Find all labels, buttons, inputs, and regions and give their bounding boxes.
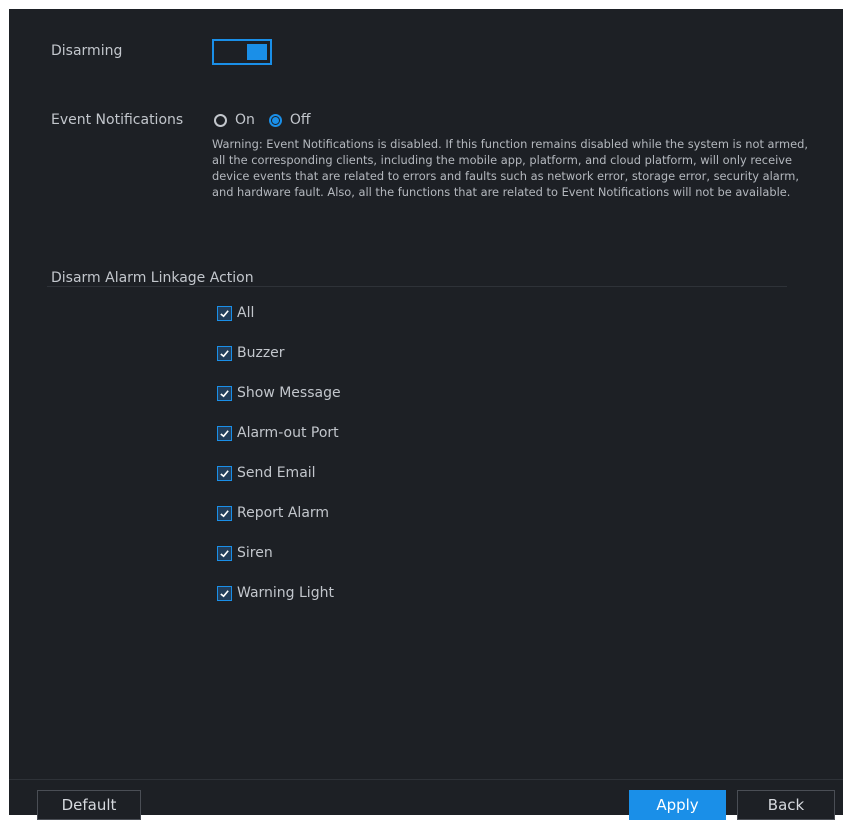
disarming-toggle[interactable] bbox=[212, 39, 272, 65]
checkmark-icon bbox=[220, 349, 229, 357]
toggle-knob bbox=[247, 44, 267, 60]
checkbox-label: All bbox=[237, 305, 255, 321]
radio-off-label: Off bbox=[289, 112, 311, 128]
checkbox-label: Alarm-out Port bbox=[237, 425, 339, 441]
checkbox-label: Siren bbox=[237, 545, 273, 561]
disarming-settings-panel: Disarming Event Notifications On Off War… bbox=[9, 9, 843, 820]
event-notifications-label: Event Notifications bbox=[51, 112, 184, 128]
checkbox-row-alarm-out-port[interactable]: Alarm-out Port bbox=[217, 425, 339, 441]
checkmark-icon bbox=[220, 309, 229, 317]
checkbox-label: Warning Light bbox=[237, 585, 334, 601]
footer-bar: Default Apply Back bbox=[9, 779, 843, 820]
checkbox-row-warning-light[interactable]: Warning Light bbox=[217, 585, 334, 601]
event-notifications-radio-group: On Off bbox=[214, 110, 325, 130]
apply-button[interactable]: Apply bbox=[629, 790, 726, 820]
checkbox-row-send-email[interactable]: Send Email bbox=[217, 465, 316, 481]
radio-selected-dot bbox=[271, 116, 279, 124]
checkbox-label: Send Email bbox=[237, 465, 316, 481]
radio-on[interactable] bbox=[214, 113, 227, 127]
checkbox-buzzer[interactable] bbox=[217, 345, 232, 361]
checkbox-row-show-message[interactable]: Show Message bbox=[217, 385, 341, 401]
checkbox-all[interactable] bbox=[217, 305, 232, 321]
checkbox-report-alarm[interactable] bbox=[217, 505, 232, 521]
checkbox-row-buzzer[interactable]: Buzzer bbox=[217, 345, 285, 361]
checkbox-row-siren[interactable]: Siren bbox=[217, 545, 273, 561]
checkbox-alarm-out-port[interactable] bbox=[217, 425, 232, 441]
checkbox-label: Show Message bbox=[237, 385, 341, 401]
disarming-label: Disarming bbox=[51, 43, 123, 59]
checkbox-show-message[interactable] bbox=[217, 385, 232, 401]
linkage-section-title: Disarm Alarm Linkage Action bbox=[51, 270, 254, 286]
checkmark-icon bbox=[220, 549, 229, 557]
checkmark-icon bbox=[220, 589, 229, 597]
default-button[interactable]: Default bbox=[37, 790, 141, 820]
checkbox-row-all[interactable]: All bbox=[217, 305, 254, 321]
checkmark-icon bbox=[220, 389, 229, 397]
checkbox-siren[interactable] bbox=[217, 545, 232, 561]
checkbox-row-report-alarm[interactable]: Report Alarm bbox=[217, 505, 329, 521]
checkmark-icon bbox=[220, 509, 229, 517]
radio-off[interactable] bbox=[268, 113, 282, 127]
checkbox-warning-light[interactable] bbox=[217, 585, 232, 601]
checkbox-label: Buzzer bbox=[237, 345, 285, 361]
section-divider bbox=[47, 286, 787, 287]
checkmark-icon bbox=[220, 469, 229, 477]
event-notifications-warning: Warning: Event Notifications is disabled… bbox=[212, 137, 808, 199]
back-button[interactable]: Back bbox=[737, 790, 835, 820]
checkbox-label: Report Alarm bbox=[237, 505, 330, 521]
radio-on-label: On bbox=[235, 112, 255, 128]
checkmark-icon bbox=[220, 429, 229, 437]
checkbox-send-email[interactable] bbox=[217, 465, 232, 481]
